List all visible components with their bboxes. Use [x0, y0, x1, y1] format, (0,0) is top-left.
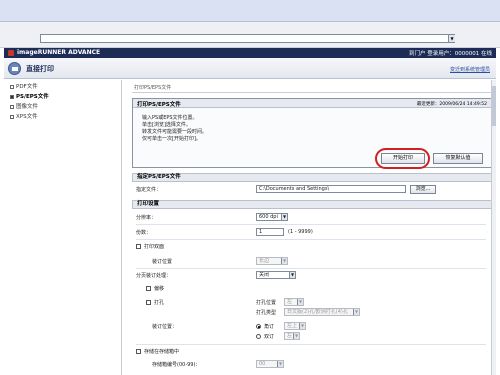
staple-corner-radio[interactable]: [256, 324, 261, 329]
file-label: 指定文件：: [136, 187, 162, 193]
offset-label: 偏移: [154, 286, 165, 292]
copies-range: (1 - 9999): [288, 229, 313, 235]
chevron-down-icon: ▼: [353, 309, 359, 315]
chevron-down-icon: ▼: [277, 361, 283, 367]
punch-position-value: 左: [287, 299, 293, 305]
resolution-label: 分辨率：: [136, 215, 157, 221]
divider: [136, 224, 486, 225]
scrollbar[interactable]: [491, 80, 496, 375]
chevron-down-icon: ▼: [281, 258, 287, 264]
bullet-icon: [10, 104, 14, 109]
resolution-value: 600 dpi: [259, 214, 278, 220]
divider: [136, 344, 486, 345]
punch-label: 打孔: [154, 300, 165, 306]
duplex-label: 打印双面: [144, 244, 165, 250]
punch-position-label: 打孔位置: [256, 300, 277, 306]
print-icon: [8, 62, 21, 75]
store-box-value: 00: [259, 361, 266, 367]
chevron-down-icon: ▼: [299, 323, 305, 329]
staple-double-label: 双订: [264, 334, 275, 340]
file-section-header: 指定PS/EPS文件: [132, 173, 492, 182]
divider: [136, 239, 486, 240]
chevron-down-icon: ▼: [289, 272, 295, 278]
resolution-select[interactable]: 600 dpi ▼: [256, 213, 288, 221]
finishing-label: 分页装订处理：: [136, 273, 172, 279]
chevron-down-icon: ▼: [297, 299, 303, 305]
file-path-input[interactable]: C:\Documents and Settings\: [256, 185, 406, 193]
print-panel: 打印PS/EPS文件 最近更新：2009/06/24 14:49:52 输入PS…: [132, 98, 492, 169]
staple-corner-value: 左上: [287, 323, 298, 329]
punch-type-label: 打孔类型: [256, 310, 277, 316]
sidebar-item-ps-eps[interactable]: PS/EPS文件: [10, 93, 49, 102]
punch-type-value: 日文版(2)孔/欧洲打孔(4)孔: [287, 309, 348, 315]
chevron-down-icon: ▼: [281, 214, 287, 220]
app-title: imageRUNNER ADVANCE: [17, 49, 101, 56]
canon-logo-icon: [8, 50, 14, 56]
punch-checkbox[interactable]: [146, 300, 151, 305]
staple-label: 装订位置：: [152, 324, 178, 330]
panel-title: 打印PS/EPS文件: [137, 102, 181, 108]
browse-button[interactable]: 浏览...: [410, 185, 436, 194]
staple-double-select[interactable]: 左 ▼: [284, 332, 300, 340]
browser-title-bar: [0, 0, 500, 22]
sidebar: PDF文件 PS/EPS文件 图像文件 XPS文件: [4, 80, 122, 375]
punch-position-select[interactable]: 左 ▼: [284, 298, 304, 306]
store-checkbox[interactable]: [136, 349, 141, 354]
instruction-line: 仅可单击一次[开始打印]。: [142, 136, 201, 142]
restore-defaults-button[interactable]: 恢复默认值: [433, 153, 483, 164]
page-heading-bar: 直接打印 变迁到系统管理员: [4, 58, 496, 79]
scrollbar-thumb[interactable]: [492, 86, 496, 126]
binding-label: 装订位置: [152, 259, 173, 265]
breadcrumb: 打印PS/EPS文件: [134, 85, 172, 91]
binding-value: 长边: [259, 258, 270, 264]
header-links[interactable]: 到门户 登录用户：0000001 在线: [409, 49, 492, 57]
sidebar-item-pdf[interactable]: PDF文件: [10, 83, 38, 92]
instruction-line: 单击[浏览]选择文件。: [142, 122, 191, 128]
divider: [132, 92, 492, 93]
staple-double-value: 左: [287, 333, 293, 339]
start-print-button[interactable]: 开始打印: [381, 153, 425, 164]
sidebar-item-label: PS/EPS文件: [16, 94, 49, 100]
staple-double-radio[interactable]: [256, 334, 261, 339]
admin-link[interactable]: 变迁到系统管理员: [450, 66, 490, 73]
sidebar-item-label: 图像文件: [16, 104, 39, 110]
bullet-icon: [10, 114, 14, 119]
divider: [136, 268, 486, 269]
app-header: imageRUNNER ADVANCE 到门户 登录用户：0000001 在线: [4, 48, 496, 58]
staple-corner-select[interactable]: 左上 ▼: [284, 322, 306, 330]
duplex-checkbox[interactable]: [136, 244, 141, 249]
offset-checkbox[interactable]: [146, 286, 151, 291]
finishing-value: 关闭: [259, 272, 270, 278]
sidebar-item-label: XPS文件: [16, 114, 38, 120]
binding-select[interactable]: 长边 ▼: [256, 257, 288, 265]
sidebar-item-xps[interactable]: XPS文件: [10, 113, 38, 122]
panel-header: 打印PS/EPS文件 最近更新：2009/06/24 14:49:52: [133, 99, 491, 108]
finishing-select[interactable]: 关闭 ▼: [256, 271, 296, 279]
instruction-line: 转发文件可能需要一段时间。: [142, 129, 208, 135]
copies-input[interactable]: 1: [256, 228, 284, 236]
store-box-label: 存储箱编号(00-99)：: [152, 362, 201, 368]
print-settings-header: 打印设置: [132, 200, 492, 209]
main-content: 打印PS/EPS文件 打印PS/EPS文件 最近更新：2009/06/24 14…: [126, 80, 496, 375]
sidebar-item-image[interactable]: 图像文件: [10, 103, 38, 112]
address-dropdown-button[interactable]: ▼: [448, 35, 455, 42]
chevron-down-icon: ▼: [293, 333, 299, 339]
address-input[interactable]: [40, 34, 455, 43]
last-updated: 最近更新：2009/06/24 14:49:52: [416, 102, 487, 107]
instruction-line: 输入PS或EPS文件位置。: [142, 115, 198, 121]
copies-label: 份数：: [136, 230, 152, 236]
bullet-icon: [10, 84, 14, 89]
store-label: 存储在存储箱中: [144, 349, 180, 355]
page-title: 直接打印: [26, 65, 54, 73]
bullet-icon: [10, 94, 14, 99]
store-box-select[interactable]: 00 ▼: [256, 360, 284, 368]
sidebar-item-label: PDF文件: [16, 84, 38, 90]
punch-type-select[interactable]: 日文版(2)孔/欧洲打孔(4)孔 ▼: [284, 308, 360, 316]
staple-corner-label: 角订: [264, 324, 275, 330]
